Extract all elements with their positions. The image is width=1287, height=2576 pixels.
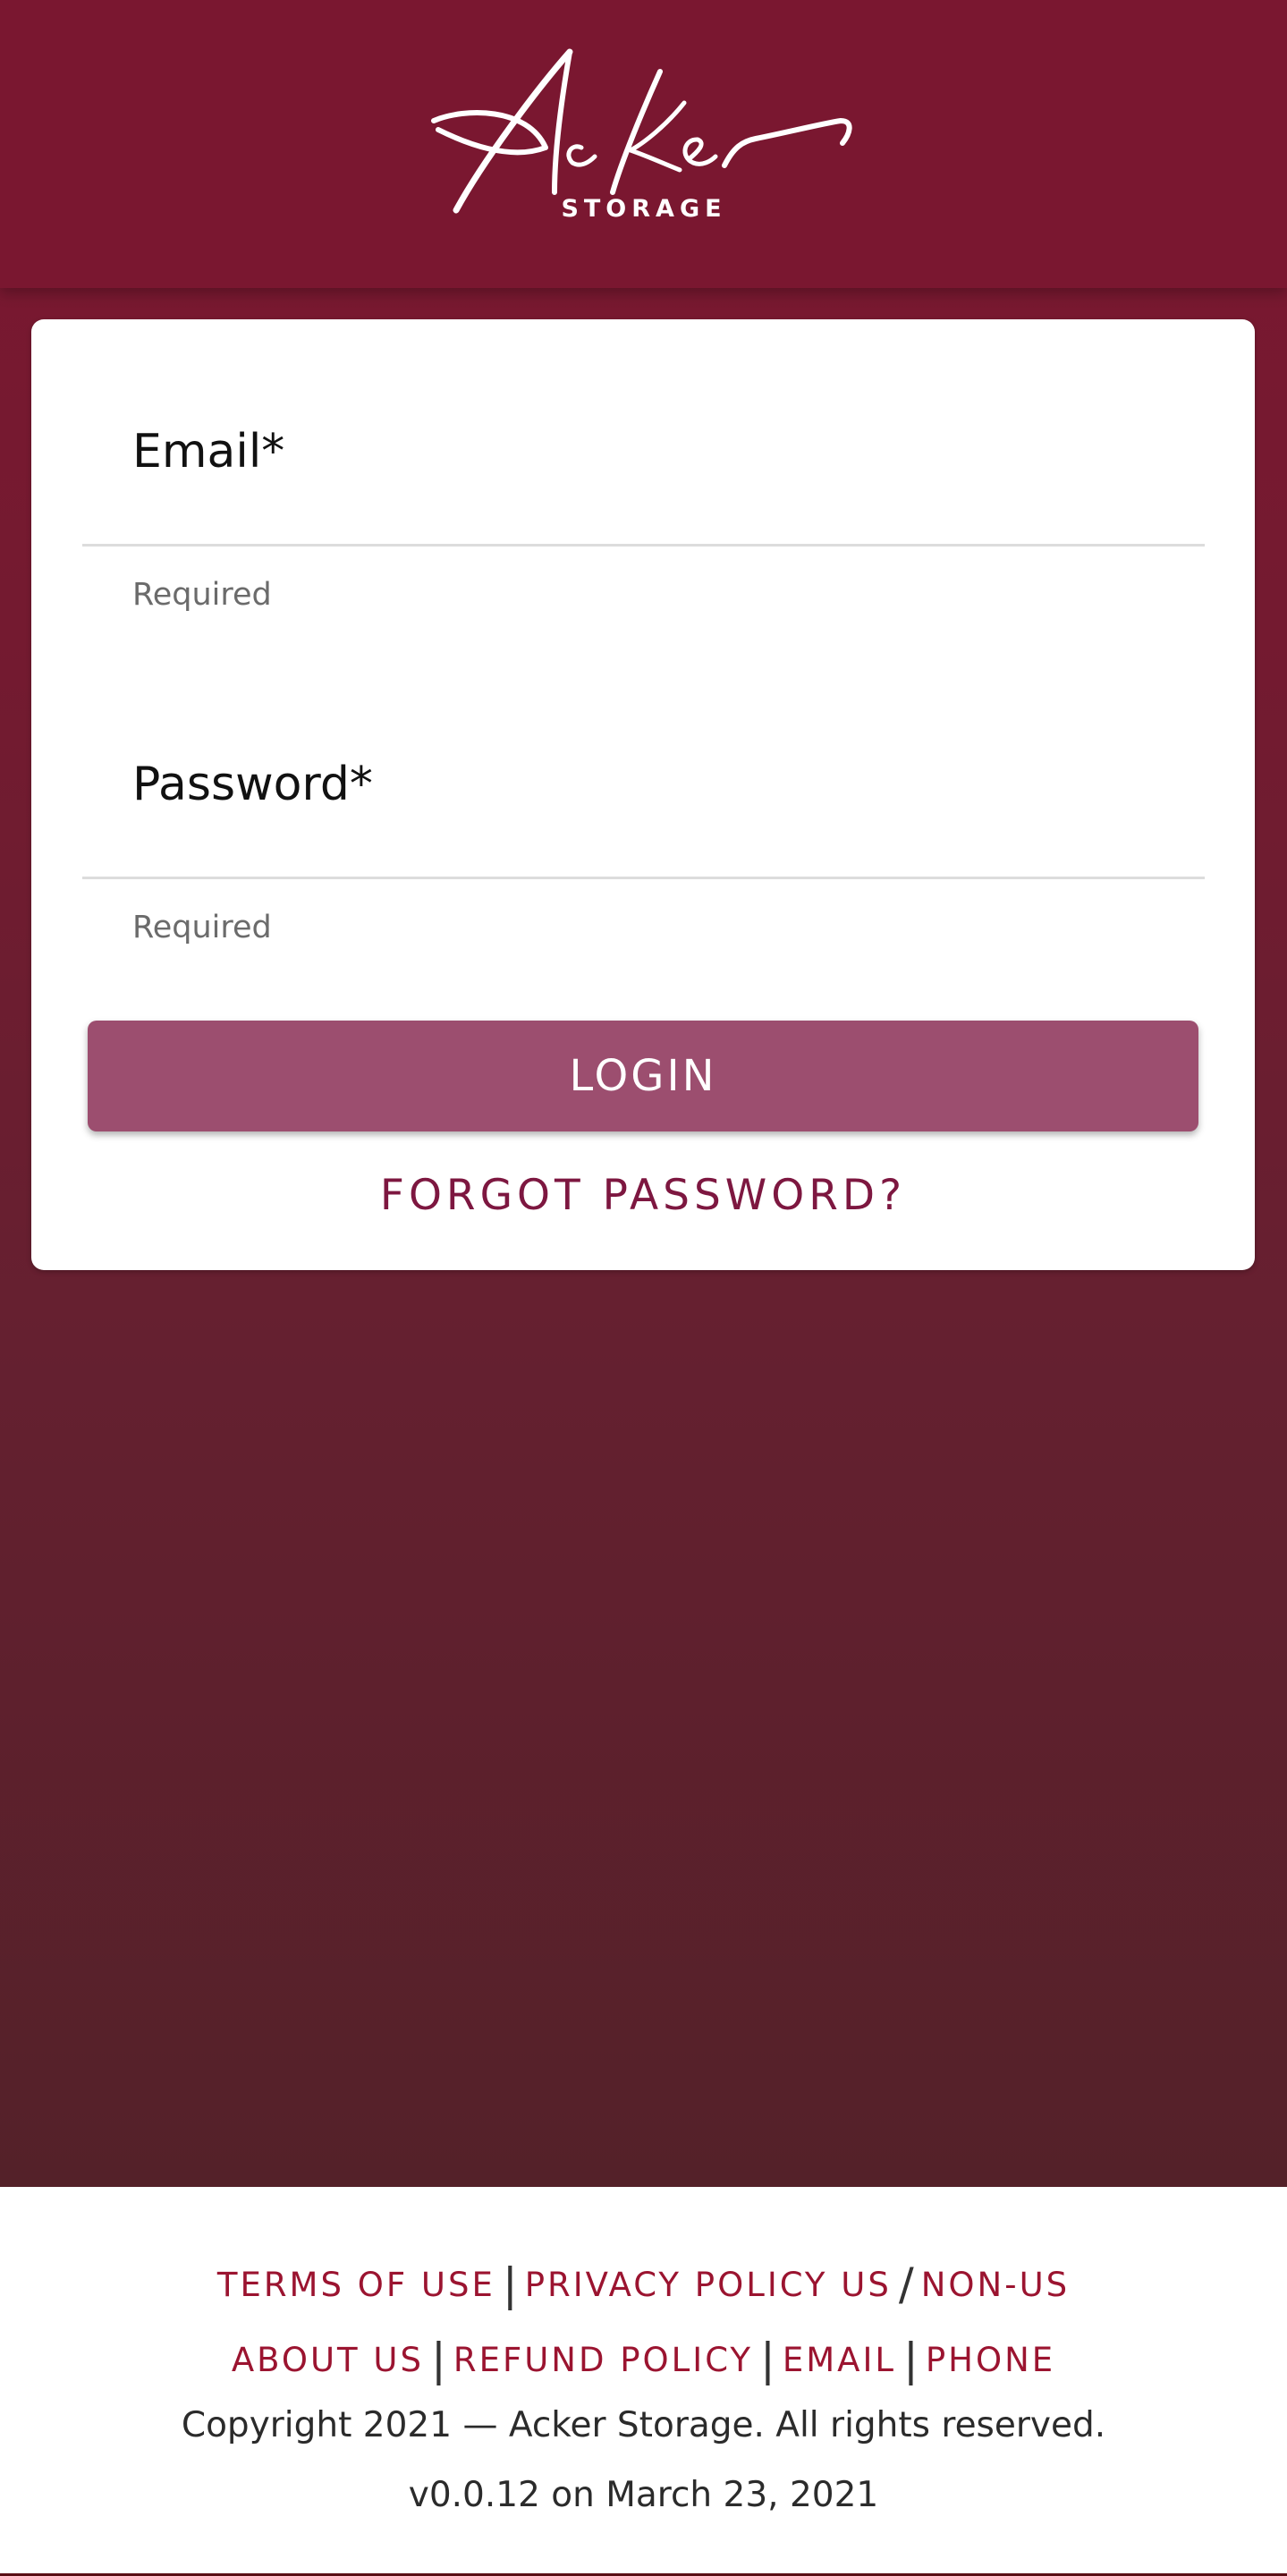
link-separator: | — [502, 2258, 518, 2310]
header: STORAGE — [0, 0, 1287, 288]
email-underline — [82, 544, 1205, 547]
link-separator: | — [760, 2334, 775, 2385]
link-separator-slash: / — [898, 2258, 914, 2310]
phone-link[interactable]: PHONE — [926, 2341, 1055, 2379]
about-us-link[interactable]: ABOUT US — [232, 2341, 424, 2379]
footer: TERMS OF USE | PRIVACY POLICY US / NON-US AB… — [0, 2187, 1287, 2576]
email-helper-text: Required — [132, 577, 272, 613]
login-card: Email* Required Password* Required LOGIN… — [31, 319, 1255, 1270]
privacy-policy-non-us-link[interactable]: NON-US — [921, 2266, 1070, 2304]
link-separator: | — [431, 2334, 446, 2385]
password-field[interactable]: Password* Required — [82, 652, 1208, 947]
acker-storage-logo[interactable]: STORAGE — [429, 45, 859, 250]
logo-subtitle: STORAGE — [561, 195, 727, 223]
password-input[interactable] — [82, 777, 1208, 877]
login-button[interactable]: LOGIN — [88, 1021, 1198, 1131]
forgot-password-link[interactable]: FORGOT PASSWORD? — [31, 1171, 1255, 1220]
link-separator: | — [903, 2334, 919, 2385]
version-text: v0.0.12 on March 23, 2021 — [408, 2475, 879, 2515]
refund-policy-link[interactable]: REFUND POLICY — [453, 2341, 753, 2379]
terms-of-use-link[interactable]: TERMS OF USE — [217, 2266, 495, 2304]
footer-links-row-1: TERMS OF USE | PRIVACY POLICY US / NON-US — [0, 2258, 1287, 2310]
footer-links-row-2: ABOUT US | REFUND POLICY | EMAIL | PHONE — [0, 2334, 1287, 2385]
email-input[interactable] — [82, 445, 1208, 545]
password-underline — [82, 877, 1205, 879]
copyright-text: Copyright 2021 — Acker Storage. All righ… — [181, 2405, 1106, 2445]
email-link[interactable]: EMAIL — [783, 2341, 896, 2379]
privacy-policy-us-link[interactable]: PRIVACY POLICY US — [525, 2266, 892, 2304]
password-helper-text: Required — [132, 910, 272, 945]
email-field[interactable]: Email* Required — [82, 319, 1208, 614]
